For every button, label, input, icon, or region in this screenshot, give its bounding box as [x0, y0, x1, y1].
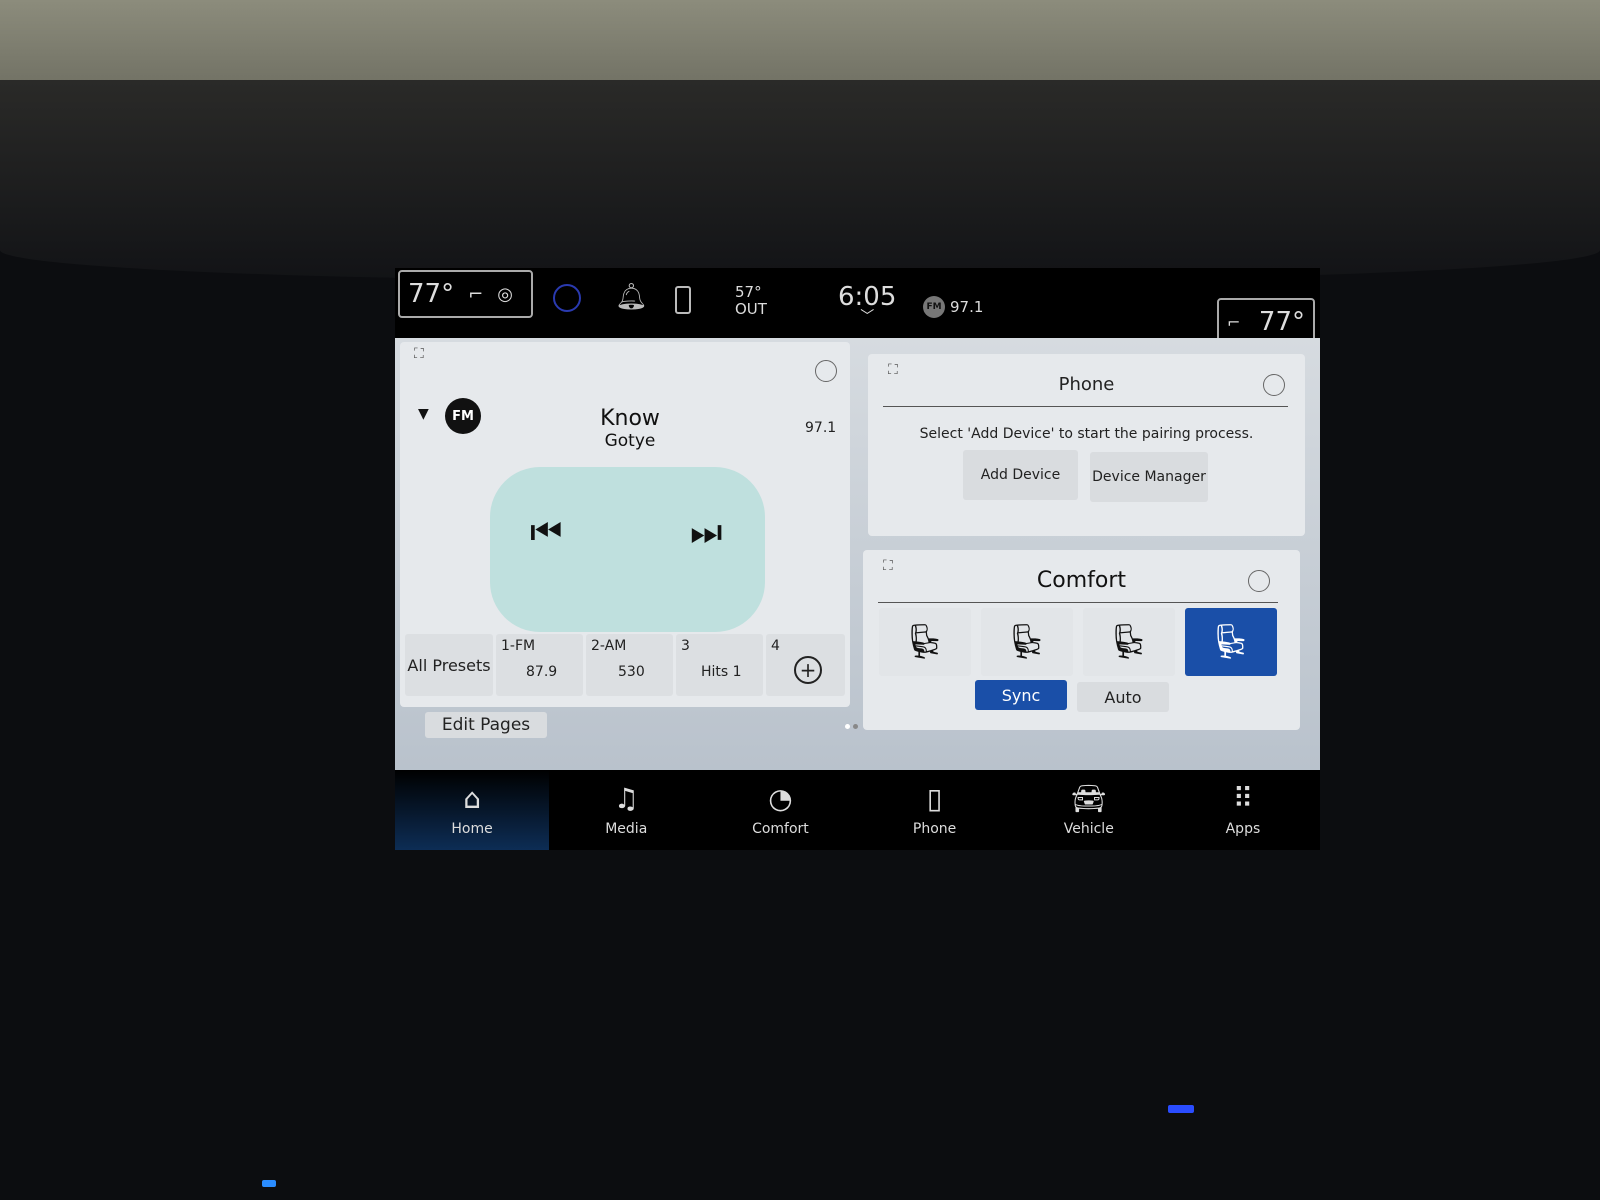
steering-heat-icon: ◎	[497, 283, 513, 305]
sync-button[interactable]: Sync	[975, 680, 1067, 710]
presets-row: All Presets 1-FM 87.9 2-AM 530 3 Hits 1 4 +	[405, 634, 845, 696]
preset-number: 1-FM	[501, 638, 536, 654]
song-title: Know	[600, 406, 660, 431]
all-presets-label: All Presets	[407, 655, 491, 675]
preset-2[interactable]: 2-AM 530	[586, 634, 673, 696]
page-indicator[interactable]	[845, 724, 859, 729]
nav-vehicle[interactable]: 🚘︎ Vehicle	[1012, 770, 1166, 850]
outside-temp-label: OUT	[735, 300, 767, 318]
comfort-title: Comfort	[1036, 568, 1127, 593]
all-presets-button[interactable]: All Presets	[405, 634, 493, 696]
edit-widget-icon[interactable]	[815, 360, 837, 382]
nav-comfort[interactable]: ◔ Comfort	[703, 770, 857, 850]
clock[interactable]: 6:05 ﹀	[838, 282, 896, 326]
add-preset-icon[interactable]: +	[794, 656, 822, 684]
nav-label: Vehicle	[1063, 821, 1114, 837]
defrost-seat-icon: 💺︎	[1209, 622, 1253, 662]
grid-icon: ⠿	[1232, 782, 1254, 815]
caret-down-icon[interactable]: ▼	[418, 406, 429, 422]
auto-button[interactable]: Auto	[1077, 682, 1169, 712]
nav-apps[interactable]: ⠿ Apps	[1166, 770, 1320, 850]
next-track-icon[interactable]: ⏭	[690, 512, 722, 554]
edit-widget-icon[interactable]	[1263, 374, 1285, 396]
preset-value: 87.9	[526, 664, 558, 680]
nav-label: Comfort	[752, 821, 809, 837]
phone-title: Phone	[1058, 374, 1115, 395]
home-icon: ⌂	[463, 782, 481, 815]
edit-widget-icon[interactable]	[1248, 570, 1270, 592]
seat-heat-icon: ⌐	[468, 283, 484, 305]
divider	[883, 406, 1288, 407]
fm-badge: FM	[923, 296, 945, 318]
now-playing-indicator[interactable]: FM 97.1	[923, 296, 983, 318]
driver-temp: 77°	[408, 279, 455, 309]
preset-4[interactable]: 4 +	[766, 634, 845, 696]
indicator-light	[1168, 1105, 1194, 1113]
nav-label: Phone	[912, 821, 957, 837]
previous-track-icon[interactable]: ⏮	[530, 512, 562, 554]
preset-value: 530	[618, 664, 645, 680]
nav-label: Apps	[1225, 821, 1261, 837]
phone-widget: ⛶ Phone Select 'Add Device' to start the…	[868, 354, 1305, 536]
preset-3[interactable]: 3 Hits 1	[676, 634, 763, 696]
bell-icon[interactable]: 🔔︎	[615, 282, 648, 312]
phone-settings-icon[interactable]	[675, 286, 691, 314]
nav-media[interactable]: ♫ Media	[549, 770, 703, 850]
expand-icon[interactable]: ⛶	[414, 346, 424, 362]
preset-number: 4	[771, 638, 780, 654]
preset-1[interactable]: 1-FM 87.9	[496, 634, 583, 696]
frequency: 97.1	[805, 420, 837, 436]
nav-label: Home	[451, 821, 493, 837]
device-manager-button[interactable]: Device Manager	[1090, 452, 1208, 502]
preset-value: Hits 1	[701, 664, 742, 680]
comfort-widget: ⛶ Comfort 💺︎ 💺︎ 💺︎ 💺︎ Sync Auto	[863, 550, 1300, 730]
passenger-temp: 77°	[1258, 307, 1305, 337]
nav-label: Media	[605, 821, 648, 837]
seat-icon: ⌐	[1227, 312, 1241, 332]
nav-home[interactable]: ⌂ Home	[395, 770, 550, 850]
defrost-seat-button[interactable]: 💺︎	[1185, 608, 1277, 676]
edit-pages-button[interactable]: Edit Pages	[425, 712, 547, 738]
driver-profile-icon[interactable]	[553, 284, 581, 312]
fm-band-badge[interactable]: FM	[445, 398, 481, 434]
nav-phone[interactable]: ▯ Phone	[858, 770, 1012, 850]
divider	[878, 602, 1278, 603]
outside-temp-value: 57°	[735, 283, 762, 301]
driver-climate-button[interactable]: 77° ⌐ ◎	[398, 270, 533, 318]
home-screen: ⛶ ▼ FM Know Gotye 97.1 ⏮ ⏭ All Presets 1…	[395, 338, 1320, 770]
driver-seat-heat-button[interactable]: 💺︎	[879, 608, 971, 676]
radio-widget: ⛶ ▼ FM Know Gotye 97.1 ⏮ ⏭ All Presets 1…	[400, 342, 850, 707]
bottom-nav: ⌂ Home ♫ Media ◔ Comfort ▯ Phone 🚘︎ Vehicle ⠿…	[395, 770, 1320, 850]
pairing-message: Select 'Add Device' to start the pairing…	[919, 426, 1254, 442]
seat-airflow-icon: 💺︎	[1107, 622, 1151, 662]
music-note-icon: ♫	[613, 782, 639, 815]
artist-name: Gotye	[604, 431, 656, 451]
radio-station: 97.1	[950, 298, 984, 316]
car-icon: 🚘︎	[1071, 782, 1107, 815]
add-device-button[interactable]: Add Device	[963, 450, 1078, 500]
dashboard-bezel	[0, 80, 1600, 280]
heated-seat-icon: 💺︎	[903, 622, 947, 662]
comfort-icon: ◔	[768, 782, 793, 815]
passenger-seat-button[interactable]: 💺︎	[1083, 608, 1175, 676]
status-bar: 77° ⌐ ◎ 🔔︎ 57° OUT 6:05 ﹀ FM 97.1 ⌐ 77°	[395, 268, 1320, 346]
phone-icon: ▯	[926, 782, 943, 815]
preset-number: 2-AM	[591, 638, 627, 654]
indicator-light	[262, 1180, 276, 1187]
preset-number: 3	[681, 638, 690, 654]
outside-temp: 57° OUT	[735, 284, 767, 318]
driver-seat-vent-button[interactable]: 💺︎	[981, 608, 1073, 676]
vented-seat-icon: 💺︎	[1005, 622, 1049, 662]
